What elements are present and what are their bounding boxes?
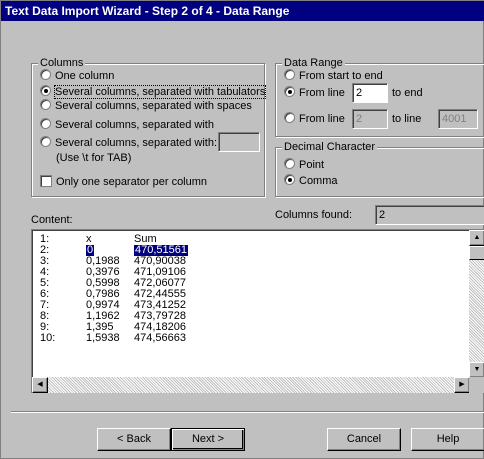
radio-indicator <box>40 69 51 80</box>
columns-found-value: 2 <box>375 205 484 225</box>
vertical-scrollbar[interactable]: ▲ ▼ <box>469 230 484 378</box>
radio-indicator <box>284 86 295 97</box>
row-sum: 474,56663 <box>134 332 186 344</box>
horizontal-scrollbar[interactable]: ◀ ▶ <box>32 377 470 393</box>
radio-from-line-to-line[interactable]: From line <box>284 112 345 126</box>
radio-indicator <box>40 136 51 147</box>
separator-input[interactable] <box>218 132 260 152</box>
from-line-input[interactable]: 2 <box>352 83 388 103</box>
content-rows: 1: x Sum 2: 0 470,51561 3: 0,1988 470,90038 4: 0,3… <box>40 234 440 344</box>
radio-indicator <box>284 158 295 169</box>
radio-indicator <box>40 85 51 96</box>
content-label: Content: <box>31 214 73 226</box>
radio-indicator <box>284 174 295 185</box>
scroll-thumb[interactable] <box>469 246 484 260</box>
checkbox-indicator <box>40 175 52 187</box>
arrow-up-icon[interactable]: ▲ <box>469 230 484 246</box>
radio-separated-tabulators[interactable]: Several columns, separated with tabulato… <box>40 85 267 99</box>
wizard-window: Text Data Import Wizard - Step 2 of 4 - … <box>0 0 484 459</box>
radio-indicator <box>40 118 51 129</box>
row-x: 1,5938 <box>86 332 120 344</box>
radio-separated-with[interactable]: Several columns, separated with <box>40 118 214 132</box>
data-range-group: Data Range From start to end From line 2… <box>275 57 484 137</box>
to-line-input[interactable]: 4001 <box>438 109 478 129</box>
back-button[interactable]: < Back <box>97 428 171 451</box>
separator-line <box>11 411 484 413</box>
cancel-button[interactable]: Cancel <box>327 428 401 451</box>
list-item[interactable]: 1: x Sum <box>40 234 440 245</box>
window-title: Text Data Import Wizard - Step 2 of 4 - … <box>1 1 484 21</box>
to-line-label: to line <box>392 113 422 125</box>
columns-found-label: Columns found: <box>275 209 353 221</box>
radio-decimal-comma[interactable]: Comma <box>284 174 338 188</box>
radio-indicator <box>284 69 295 80</box>
radio-from-line-to-end[interactable]: From line <box>284 86 345 100</box>
radio-one-column[interactable]: One column <box>40 69 114 83</box>
content-preview[interactable]: 1: x Sum 2: 0 470,51561 3: 0,1988 470,90038 4: 0,3… <box>31 229 484 393</box>
help-button[interactable]: Help <box>411 428 484 451</box>
checkbox-one-separator[interactable]: Only one separator per column <box>40 175 207 189</box>
radio-start-to-end[interactable]: From start to end <box>284 69 383 83</box>
columns-group: Columns One column Several columns, sepa… <box>31 57 267 197</box>
arrow-left-icon[interactable]: ◀ <box>32 377 48 393</box>
tab-hint: (Use \t for TAB) <box>56 152 132 164</box>
row-num: 10: <box>40 332 56 344</box>
decimal-group-label: Decimal Character <box>282 141 378 154</box>
radio-separated-spaces[interactable]: Several columns, separated with spaces <box>40 99 252 113</box>
from-line-2-input[interactable]: 2 <box>352 109 388 129</box>
radio-indicator <box>40 99 51 110</box>
radio-indicator <box>284 112 295 123</box>
scroll-corner <box>469 377 484 393</box>
arrow-down-icon[interactable]: ▼ <box>469 362 484 378</box>
decimal-group: Decimal Character Point Comma <box>275 141 484 197</box>
radio-separated-with-custom[interactable]: Several columns, separated with: <box>40 136 217 150</box>
next-button[interactable]: Next > <box>171 428 245 451</box>
list-item[interactable]: 10: 1,5938 474,56663 <box>40 333 440 344</box>
to-end-label: to end <box>392 87 423 99</box>
arrow-right-icon[interactable]: ▶ <box>454 377 470 393</box>
radio-decimal-point[interactable]: Point <box>284 158 324 172</box>
